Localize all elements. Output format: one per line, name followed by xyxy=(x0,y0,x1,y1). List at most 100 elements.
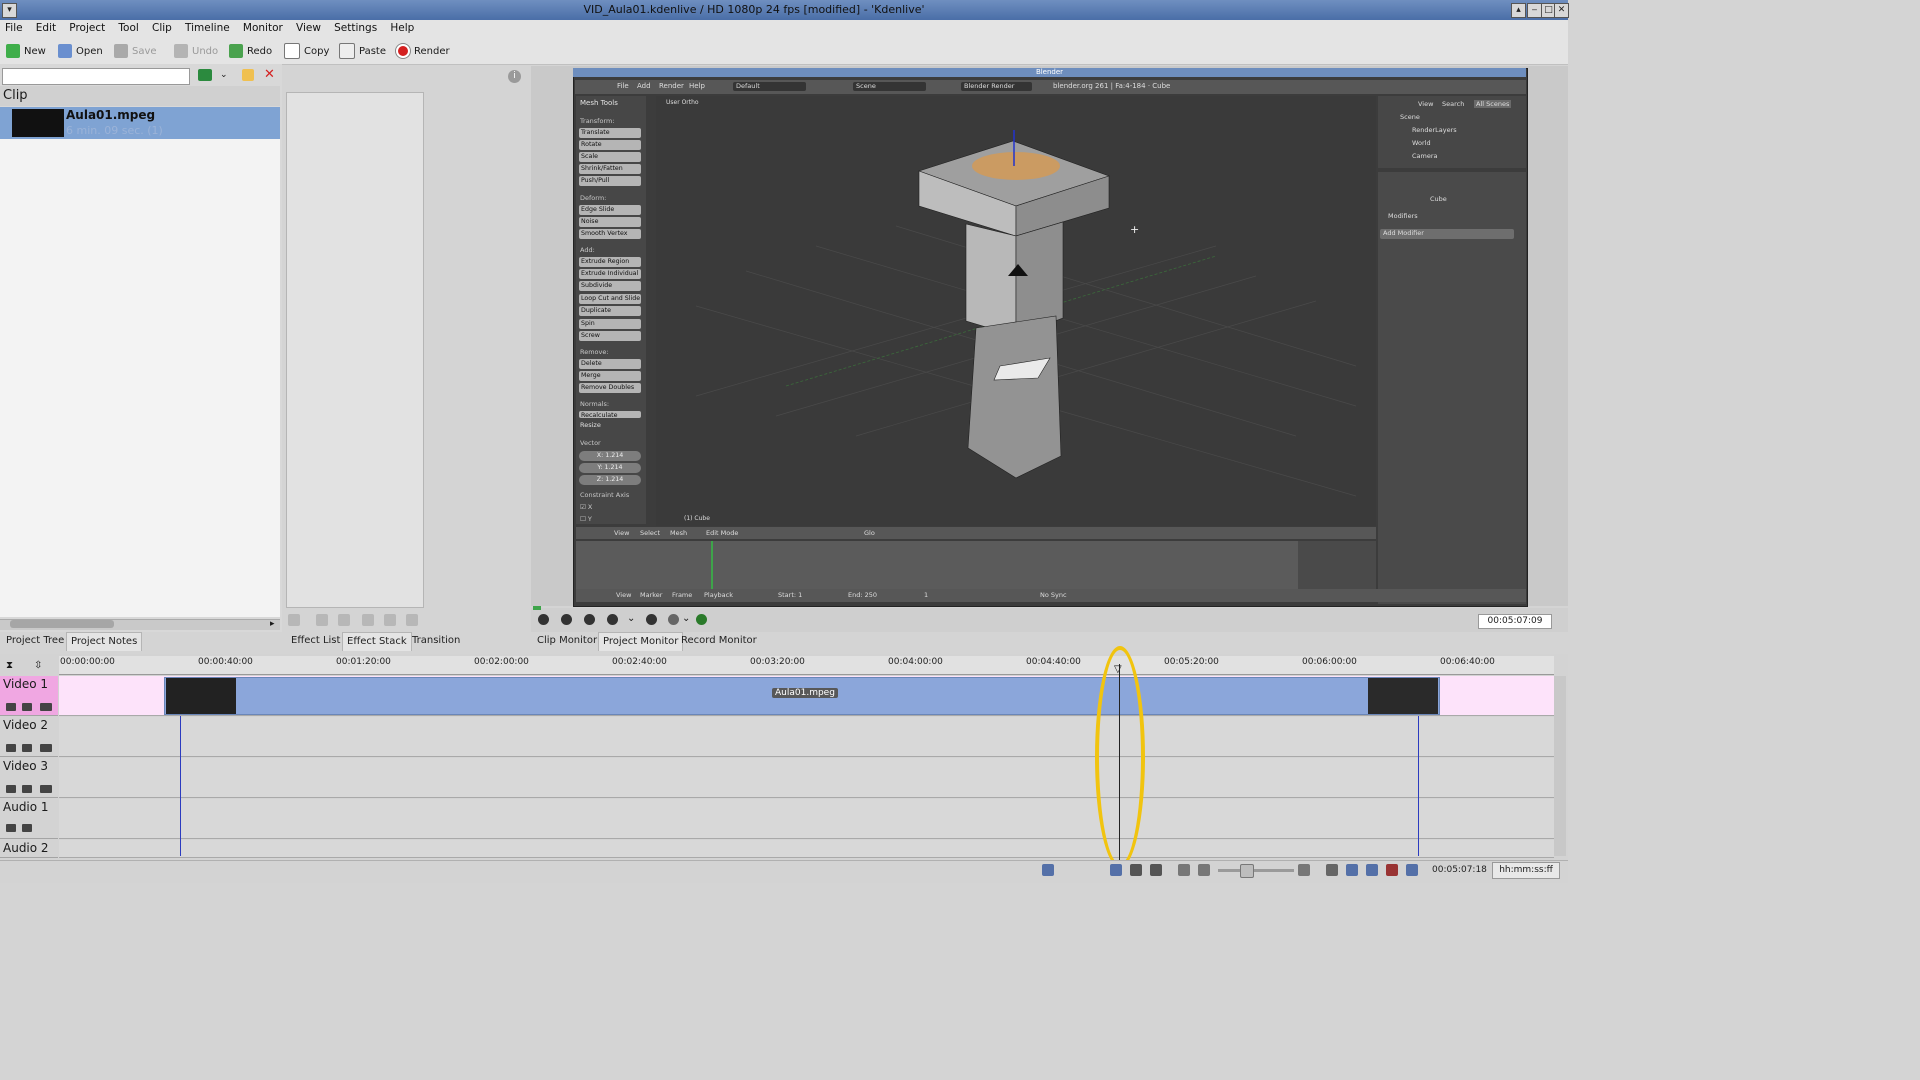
settings-dropdown-icon[interactable]: ⌄ xyxy=(682,613,690,624)
undo-icon xyxy=(174,44,188,58)
menu-tool[interactable]: Tool xyxy=(113,20,143,34)
track-header-video3[interactable]: Video 3 xyxy=(0,758,58,798)
edit-clip-icon[interactable] xyxy=(242,69,254,81)
bin-search-input[interactable] xyxy=(2,68,190,85)
minimize-icon[interactable]: ▴ xyxy=(1511,3,1526,18)
lock-icon[interactable] xyxy=(6,824,16,832)
new-button[interactable]: New xyxy=(6,42,46,60)
info-icon[interactable]: i xyxy=(508,70,521,83)
timeline-vertical-scrollbar[interactable] xyxy=(1554,676,1566,856)
add-clip-icon[interactable] xyxy=(198,69,212,81)
timecode-format-select[interactable]: hh:mm:ss:ff xyxy=(1492,862,1560,879)
monitor-settings-icon[interactable] xyxy=(668,614,679,625)
menu-clip[interactable]: Clip xyxy=(147,20,177,34)
menu-monitor[interactable]: Monitor xyxy=(238,20,288,34)
menu-project[interactable]: Project xyxy=(64,20,110,34)
ruler-tick: 00:01:20:00 xyxy=(336,657,391,667)
track-audio2[interactable] xyxy=(59,840,1554,858)
zoom-slider-handle[interactable] xyxy=(1240,864,1254,878)
fit-zoom-icon[interactable]: ⧗ xyxy=(6,660,13,671)
tool-duplicate: Duplicate xyxy=(579,306,641,316)
track-height-icon[interactable]: ⇳ xyxy=(34,660,42,671)
add-clip-dropdown-icon[interactable]: ⌄ xyxy=(220,70,228,80)
previous-marker-icon[interactable] xyxy=(561,614,572,625)
fit-icon[interactable] xyxy=(1178,864,1190,876)
vp-mode: Edit Mode xyxy=(706,529,739,537)
tab-effect-stack[interactable]: Effect Stack xyxy=(342,632,412,651)
forward-icon[interactable] xyxy=(646,614,657,625)
redo-button[interactable]: Redo xyxy=(229,42,272,60)
tab-project-tree[interactable]: Project Tree xyxy=(2,632,68,650)
zoom-slider[interactable] xyxy=(1218,869,1294,872)
track-header-video1[interactable]: Video 1 xyxy=(0,676,58,716)
play-dropdown-icon[interactable]: ⌄ xyxy=(627,613,635,624)
bin-column-header[interactable]: Clip xyxy=(0,86,280,106)
track-video2[interactable] xyxy=(59,717,1554,757)
record-icon[interactable] xyxy=(1386,864,1398,876)
audio-volume-icon[interactable] xyxy=(696,614,707,625)
render-button[interactable]: Render xyxy=(396,42,450,60)
monitor-timecode[interactable]: 00:05:07:09 xyxy=(1478,614,1552,629)
zoom-out-icon[interactable] xyxy=(1198,864,1210,876)
restore-icon[interactable]: ‒ xyxy=(1527,3,1542,18)
delete-clip-icon[interactable]: ✕ xyxy=(264,67,275,82)
paste-button[interactable]: Paste xyxy=(339,42,386,60)
copy-button[interactable]: Copy xyxy=(284,42,329,60)
add-effect-icon[interactable] xyxy=(288,614,300,626)
tab-project-notes[interactable]: Project Notes xyxy=(66,632,143,651)
lock-icon[interactable] xyxy=(6,744,16,752)
snap-icon[interactable] xyxy=(1042,864,1054,876)
spacer-tool-icon[interactable] xyxy=(1150,864,1162,876)
thumbnails-icon[interactable] xyxy=(1326,864,1338,876)
tab-effect-list[interactable]: Effect List xyxy=(287,632,344,650)
remove-effect-icon[interactable] xyxy=(406,614,418,626)
track-header-audio1[interactable]: Audio 1 xyxy=(0,799,58,839)
tab-clip-monitor[interactable]: Clip Monitor xyxy=(533,632,601,650)
save-effect-icon[interactable] xyxy=(384,614,396,626)
guide-line-start xyxy=(180,716,181,856)
zoom-in-icon[interactable] xyxy=(1298,864,1310,876)
tab-record-monitor[interactable]: Record Monitor xyxy=(677,632,761,650)
mute-icon[interactable] xyxy=(22,785,32,793)
save-button[interactable]: Save xyxy=(114,42,157,60)
video-icon[interactable] xyxy=(40,744,52,752)
menu-file[interactable]: File xyxy=(0,20,28,34)
vector-x: X: 1.214 xyxy=(579,451,641,461)
mute-icon[interactable] xyxy=(22,824,32,832)
selection-tool-icon[interactable] xyxy=(1110,864,1122,876)
track-header-video2[interactable]: Video 2 xyxy=(0,717,58,757)
lock-icon[interactable] xyxy=(6,703,16,711)
mute-icon[interactable] xyxy=(22,744,32,752)
reset-effect-icon[interactable] xyxy=(362,614,374,626)
video-icon[interactable] xyxy=(40,785,52,793)
tab-project-monitor[interactable]: Project Monitor xyxy=(598,632,684,651)
markers-icon[interactable] xyxy=(1366,864,1378,876)
tab-transition[interactable]: Transition xyxy=(408,632,464,650)
move-down-icon[interactable] xyxy=(338,614,350,626)
menu-timeline[interactable]: Timeline xyxy=(180,20,235,34)
bin-scroll-thumb[interactable] xyxy=(10,620,114,628)
menu-edit[interactable]: Edit xyxy=(31,20,61,34)
audio-thumbnails-icon[interactable] xyxy=(1346,864,1358,876)
menu-view[interactable]: View xyxy=(291,20,326,34)
scroll-right-icon[interactable]: ▸ xyxy=(270,619,275,629)
track-audio1[interactable] xyxy=(59,799,1554,839)
mute-icon[interactable] xyxy=(22,703,32,711)
paste-label: Paste xyxy=(359,45,386,57)
step-back-icon[interactable] xyxy=(584,614,595,625)
rewind-icon[interactable] xyxy=(538,614,549,625)
video-icon[interactable] xyxy=(40,703,52,711)
menu-settings[interactable]: Settings xyxy=(329,20,382,34)
lock-icon[interactable] xyxy=(6,785,16,793)
track-video3[interactable] xyxy=(59,758,1554,798)
track-header-audio2[interactable]: Audio 2 xyxy=(0,840,58,858)
split-view-icon[interactable] xyxy=(1406,864,1418,876)
bin-list[interactable] xyxy=(0,107,280,617)
close-icon[interactable]: ✕ xyxy=(1554,3,1569,18)
move-up-icon[interactable] xyxy=(316,614,328,626)
undo-button[interactable]: Undo xyxy=(174,42,218,60)
open-button[interactable]: Open xyxy=(58,42,103,60)
menu-help[interactable]: Help xyxy=(385,20,419,34)
play-icon[interactable] xyxy=(607,614,618,625)
razor-tool-icon[interactable] xyxy=(1130,864,1142,876)
